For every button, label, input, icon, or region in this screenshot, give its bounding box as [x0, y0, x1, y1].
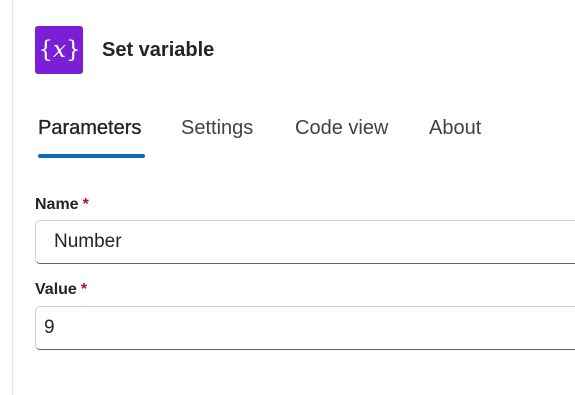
tab-about[interactable]: About — [429, 112, 481, 144]
variable-icon: {x} — [35, 26, 83, 74]
action-title: Set variable — [102, 39, 215, 61]
panel-left-border — [12, 0, 13, 395]
value-field[interactable]: 9 — [35, 306, 575, 350]
value-field-label: Value * — [35, 280, 87, 300]
name-field[interactable]: Number — [35, 220, 575, 264]
tab-parameters[interactable]: Parameters — [38, 112, 142, 144]
tab-code-view[interactable]: Code view — [295, 112, 388, 144]
value-field-value: 9 — [44, 317, 55, 338]
tab-settings[interactable]: Settings — [181, 112, 253, 144]
required-marker: * — [80, 281, 88, 298]
action-header: {x} Set variable — [35, 26, 214, 74]
name-field-value: Number — [54, 231, 122, 252]
name-label-text: Name — [35, 196, 79, 213]
required-marker: * — [82, 196, 89, 213]
active-tab-indicator — [38, 154, 145, 158]
value-label-text: Value — [35, 281, 77, 298]
name-field-label: Name * — [35, 195, 89, 215]
